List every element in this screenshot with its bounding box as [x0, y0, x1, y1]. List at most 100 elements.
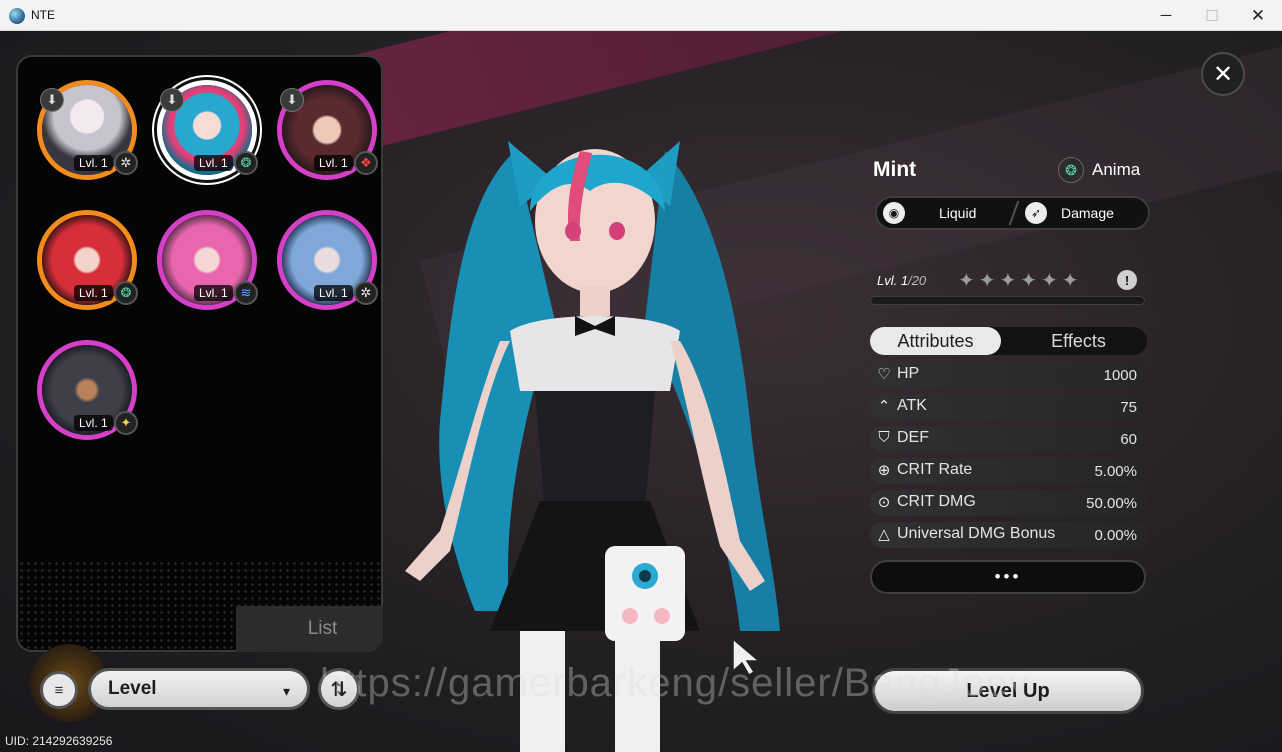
character-card-2[interactable]: ⬇ Lvl. 1 ❂: [157, 80, 258, 180]
character-card-7[interactable]: Lvl. 1 ✦: [37, 340, 138, 440]
maximize-icon: ☐: [1205, 7, 1219, 25]
character-bag: [605, 546, 685, 641]
stat-name: DEF: [897, 429, 929, 446]
shield-icon: ⛉: [878, 429, 890, 446]
chevron-down-icon: ▾: [282, 683, 290, 699]
stat-name: Universal DMG Bonus: [897, 525, 1056, 542]
info-icon[interactable]: !: [1117, 270, 1137, 290]
character-neck: [580, 286, 610, 316]
close-icon: ✕: [1250, 5, 1266, 25]
faction-badge: ❂ Anima: [1058, 157, 1140, 183]
character-level-label: Lvl. 1: [194, 285, 233, 301]
character-level-label: Lvl. 1: [314, 155, 353, 171]
stat-value: 75: [1120, 399, 1137, 416]
level-current: Lvl. 1: [877, 273, 909, 288]
tab-effects[interactable]: Effects: [1010, 327, 1147, 355]
character-name: Mint: [873, 158, 917, 181]
anima-icon: ❂: [234, 151, 258, 175]
more-stats-button[interactable]: •••: [870, 560, 1146, 594]
liquid-icon: ◉: [883, 202, 905, 224]
character-card-3[interactable]: ⬇ Lvl. 1 ❖: [277, 80, 378, 180]
user-id: UID: 214292639256: [5, 734, 113, 748]
flame-icon: ❖: [354, 151, 378, 175]
minimize-button[interactable]: ─: [1143, 0, 1189, 31]
stat-row-hp: ♡ HP 1000: [870, 362, 1147, 388]
filter-button[interactable]: ≡: [40, 671, 78, 709]
stat-value: 60: [1120, 431, 1137, 448]
list-tab[interactable]: List: [236, 606, 383, 652]
stat-name: CRIT Rate: [897, 461, 973, 478]
list-tab-label: List: [307, 618, 338, 639]
character-level-label: Lvl. 1: [74, 285, 113, 301]
character-bag-paw-left: [622, 608, 638, 624]
character-card-6[interactable]: Lvl. 1 ✲: [277, 210, 378, 310]
character-card-4[interactable]: Lvl. 1 ❂: [37, 210, 138, 310]
star-burst-icon: ✦: [114, 411, 138, 435]
stat-value: 5.00%: [1094, 463, 1137, 480]
triangle-icon: △: [878, 526, 890, 543]
download-icon[interactable]: ⬇: [40, 88, 64, 112]
atk-icon: ⌃: [877, 398, 891, 415]
character-level-label: Lvl. 1: [74, 155, 113, 171]
type-damage-label: Damage: [1061, 205, 1114, 221]
anima-icon: ❂: [1058, 157, 1084, 183]
download-icon[interactable]: ⬇: [280, 88, 304, 112]
type-liquid-label: Liquid: [939, 205, 977, 221]
experience-bar: [870, 296, 1145, 305]
stat-row-crit-rate: ⊕ CRIT Rate 5.00%: [870, 458, 1147, 484]
tab-attributes[interactable]: Attributes: [870, 327, 1001, 355]
type-divider: [1008, 201, 1020, 225]
character-level-label: Lvl. 1: [314, 285, 353, 301]
close-screen-button[interactable]: ✕: [1201, 52, 1245, 96]
character-eye-right: [609, 222, 625, 240]
star-rank-icons: ✦✦✦✦✦✦: [958, 270, 1083, 292]
app-logo-icon: [9, 8, 25, 24]
download-icon[interactable]: ⬇: [160, 88, 184, 112]
game-viewport: ⬇ Lvl. 1 ✲ ⬇ Lvl. 1 ❂ ⬇ Lvl. 1 ❖ Lvl. 1 …: [0, 31, 1282, 752]
close-window-button[interactable]: ✕: [1235, 0, 1281, 31]
stat-row-def: ⛉ DEF 60: [870, 426, 1147, 452]
stat-row-universal-dmg: △ Universal DMG Bonus 0.00%: [870, 522, 1147, 548]
close-icon: ✕: [1212, 60, 1234, 88]
sort-dropdown-value: Level: [108, 678, 157, 699]
stat-row-crit-dmg: ⊙ CRIT DMG 50.00%: [870, 490, 1147, 516]
character-card-5[interactable]: Lvl. 1 ≋: [157, 210, 258, 310]
stat-name: CRIT DMG: [897, 493, 976, 510]
mouse-cursor-icon: [732, 637, 762, 677]
watermark-text: https://gamerbarkeng/seller/BangJoey: [320, 661, 1030, 705]
target-icon: ⊙: [877, 494, 891, 511]
character-card-1[interactable]: ⬇ Lvl. 1 ✲: [37, 80, 138, 180]
character-bag-paw-right: [654, 608, 670, 624]
sort-dropdown[interactable]: Level ▾: [88, 668, 310, 710]
character-eye-left: [565, 222, 581, 240]
faction-label: Anima: [1092, 160, 1141, 179]
filter-icon: ≡: [54, 681, 64, 699]
damage-icon: ➶: [1025, 202, 1047, 224]
window-titlebar: NTE ─ ☐ ✕: [0, 0, 1282, 31]
crosshair-icon: ⊕: [877, 462, 891, 479]
gear-icon: ✲: [354, 281, 378, 305]
detail-tabs: Attributes Effects: [870, 327, 1147, 355]
type-damage: ➶ Damage: [1025, 198, 1114, 228]
level-display: Lvl. 1/20: [877, 273, 926, 288]
character-bag-pupil: [639, 570, 651, 582]
maximize-button[interactable]: ☐: [1189, 0, 1235, 31]
character-level-label: Lvl. 1: [74, 415, 113, 431]
anima-icon: ❂: [114, 281, 138, 305]
stat-value: 50.00%: [1086, 495, 1137, 512]
character-type-bar: ◉ Liquid ➶ Damage: [875, 196, 1150, 230]
type-liquid: ◉ Liquid: [883, 198, 976, 228]
character-bodice: [535, 391, 655, 511]
gear-icon: ✲: [114, 151, 138, 175]
wave-icon: ≋: [234, 281, 258, 305]
stat-value: 0.00%: [1094, 527, 1137, 544]
stat-name: ATK: [897, 397, 927, 414]
level-max: /20: [908, 273, 927, 288]
window-title: NTE: [31, 8, 55, 22]
stat-value: 1000: [1103, 367, 1137, 384]
minimize-icon: ─: [1160, 7, 1172, 24]
stat-row-atk: ⌃ ATK 75: [870, 394, 1147, 420]
character-list-panel: ⬇ Lvl. 1 ✲ ⬇ Lvl. 1 ❂ ⬇ Lvl. 1 ❖ Lvl. 1 …: [16, 55, 383, 652]
heart-icon: ♡: [877, 366, 891, 383]
stat-name: HP: [897, 365, 920, 382]
